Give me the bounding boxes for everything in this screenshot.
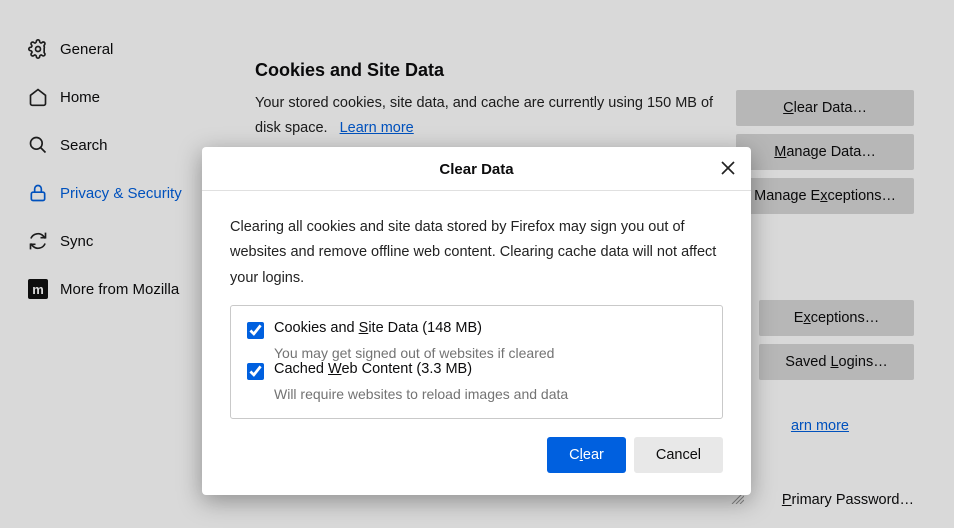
learn-more-link[interactable]: Learn more bbox=[332, 120, 414, 136]
gear-icon bbox=[28, 39, 48, 59]
sidebar-item-general[interactable]: General bbox=[0, 25, 215, 73]
cache-checkbox[interactable] bbox=[247, 363, 264, 380]
primary-password-label: Primary Password… bbox=[782, 492, 914, 508]
sidebar-item-privacy-security[interactable]: Privacy & Security bbox=[0, 169, 215, 217]
svg-text:m: m bbox=[32, 282, 44, 297]
option-label: Cached Web Content (3.3 MB) bbox=[274, 361, 472, 377]
search-icon bbox=[28, 135, 48, 155]
learn-more-link-partial[interactable]: arn more bbox=[791, 418, 849, 434]
sync-icon bbox=[28, 231, 48, 251]
logins-action-buttons: Exceptions… Saved Logins… bbox=[759, 300, 914, 380]
cookies-action-buttons: Clear Data… Manage Data… Manage Exceptio… bbox=[736, 90, 914, 214]
manage-exceptions-button[interactable]: Manage Exceptions… bbox=[736, 178, 914, 214]
option-cached-web-content[interactable]: Cached Web Content (3.3 MB) bbox=[247, 361, 706, 380]
option-label: Cookies and Site Data (148 MB) bbox=[274, 320, 482, 336]
section-description: Your stored cookies, site data, and cach… bbox=[255, 91, 735, 140]
dialog-title: Clear Data bbox=[439, 161, 513, 178]
option-cookies-sitedata[interactable]: Cookies and Site Data (148 MB) bbox=[247, 320, 706, 339]
close-icon[interactable] bbox=[719, 159, 737, 177]
clear-data-dialog: Clear Data Clearing all cookies and site… bbox=[202, 147, 751, 495]
dialog-header: Clear Data bbox=[202, 147, 751, 191]
clear-button[interactable]: Clear bbox=[547, 437, 626, 473]
sidebar-item-label: Search bbox=[60, 137, 108, 154]
option-description: Will require websites to reload images a… bbox=[247, 386, 706, 402]
lock-icon bbox=[28, 183, 48, 203]
dialog-body-text: Clearing all cookies and site data store… bbox=[202, 191, 751, 305]
sidebar-item-label: Privacy & Security bbox=[60, 185, 182, 202]
sidebar-item-label: Sync bbox=[60, 233, 93, 250]
sidebar-item-more-mozilla[interactable]: m More from Mozilla bbox=[0, 265, 215, 313]
sidebar-item-home[interactable]: Home bbox=[0, 73, 215, 121]
sidebar-item-sync[interactable]: Sync bbox=[0, 217, 215, 265]
option-description: You may get signed out of websites if cl… bbox=[247, 345, 706, 361]
cookies-checkbox[interactable] bbox=[247, 322, 264, 339]
manage-data-button[interactable]: Manage Data… bbox=[736, 134, 914, 170]
cancel-button[interactable]: Cancel bbox=[634, 437, 723, 473]
sidebar-item-label: General bbox=[60, 41, 113, 58]
saved-logins-button[interactable]: Saved Logins… bbox=[759, 344, 914, 380]
mozilla-icon: m bbox=[28, 279, 48, 299]
settings-sidebar: General Home Search Privacy & Security S… bbox=[0, 0, 215, 528]
dialog-footer: Clear Cancel bbox=[202, 431, 751, 495]
clear-data-button[interactable]: Clear Data… bbox=[736, 90, 914, 126]
sidebar-item-search[interactable]: Search bbox=[0, 121, 215, 169]
home-icon bbox=[28, 87, 48, 107]
clear-options-group: Cookies and Site Data (148 MB) You may g… bbox=[230, 305, 723, 419]
sidebar-item-label: Home bbox=[60, 89, 100, 106]
sidebar-item-label: More from Mozilla bbox=[60, 281, 179, 298]
section-title: Cookies and Site Data bbox=[255, 60, 914, 81]
exceptions-button[interactable]: Exceptions… bbox=[759, 300, 914, 336]
